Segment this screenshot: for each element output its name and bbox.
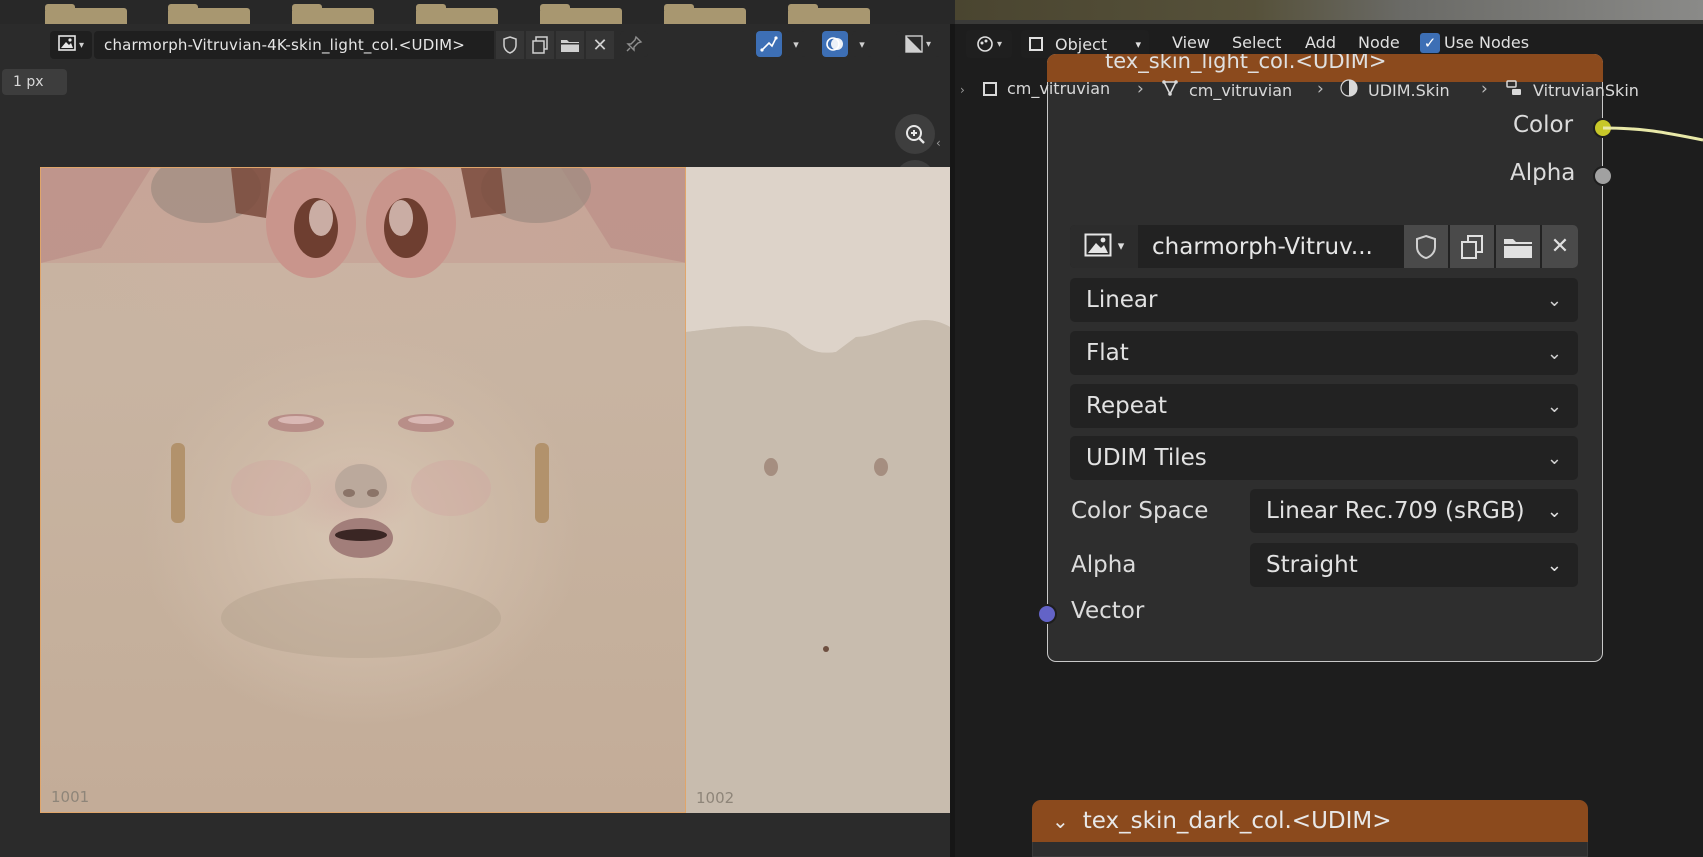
alpha-mode-label: Alpha bbox=[1071, 552, 1137, 578]
chevron-down-icon: ⌄ bbox=[1546, 342, 1562, 364]
node-title-label: tex_skin_dark_col.<UDIM> bbox=[1082, 808, 1392, 834]
toolbar-toggle-icon[interactable]: › bbox=[960, 83, 965, 97]
node-title[interactable]: ⌄ tex_skin_dark_col.<UDIM> bbox=[1032, 800, 1588, 842]
chevron-down-icon: ▾ bbox=[78, 39, 85, 51]
chevron-down-icon[interactable]: ▾ bbox=[786, 31, 806, 57]
close-icon[interactable]: ✕ bbox=[1542, 225, 1578, 268]
image-icon bbox=[58, 35, 76, 55]
use-nodes-checkbox[interactable]: ✓ bbox=[1420, 33, 1440, 53]
udim-tile-1002[interactable]: 1002 bbox=[686, 167, 950, 813]
menu-node[interactable]: Node bbox=[1358, 33, 1400, 52]
image-icon bbox=[1084, 233, 1112, 261]
input-vector-label: Vector bbox=[1071, 598, 1145, 624]
node-title[interactable]: tex_skin_light_col.<UDIM> bbox=[1047, 54, 1603, 82]
input-vector-socket[interactable] bbox=[1037, 604, 1057, 624]
3d-viewport-strip[interactable] bbox=[955, 0, 1703, 24]
output-alpha-socket[interactable] bbox=[1593, 166, 1613, 186]
display-channels-icon[interactable]: ▾ bbox=[896, 31, 940, 57]
folder-icon[interactable] bbox=[664, 4, 746, 24]
collapse-chevron-icon[interactable]: ⌄ bbox=[1052, 809, 1069, 833]
chevron-right-icon: › bbox=[1317, 79, 1324, 99]
fake-user-shield-icon[interactable] bbox=[1404, 225, 1448, 268]
zoom-in-icon[interactable] bbox=[895, 114, 935, 154]
udim-tile-1001[interactable]: 1001 bbox=[40, 167, 686, 813]
source-dropdown[interactable]: UDIM Tiles ⌄ bbox=[1070, 436, 1578, 480]
object-icon bbox=[1029, 37, 1043, 51]
use-nodes-label: Use Nodes bbox=[1444, 33, 1530, 52]
open-folder-icon[interactable] bbox=[1496, 225, 1540, 268]
body-texture-image bbox=[686, 167, 950, 813]
folder-icon[interactable] bbox=[292, 4, 374, 24]
image-browse-button[interactable]: ▾ bbox=[50, 31, 92, 59]
tile-label: 1002 bbox=[696, 789, 735, 807]
menu-view[interactable]: View bbox=[1172, 33, 1210, 52]
image-editor-header: ▾ charmorph-Vitruvian-4K-skin_light_col.… bbox=[0, 24, 950, 64]
shader-type-label: Object bbox=[1055, 34, 1108, 54]
folder-icon[interactable] bbox=[416, 4, 498, 24]
chevron-right-icon: › bbox=[1137, 79, 1144, 99]
material-icon bbox=[1340, 79, 1358, 101]
face-texture-image bbox=[41, 168, 685, 658]
sidebar-toggle-icon[interactable]: ‹ bbox=[936, 136, 941, 150]
image-editor: ▾ charmorph-Vitruvian-4K-skin_light_col.… bbox=[0, 24, 950, 857]
color-space-dropdown[interactable]: Linear Rec.709 (sRGB) ⌄ bbox=[1250, 489, 1578, 533]
chevron-down-icon: ⌄ bbox=[1546, 554, 1562, 576]
overlays-icon[interactable] bbox=[822, 31, 848, 57]
chevron-down-icon: ⌄ bbox=[1546, 395, 1562, 417]
image-selector[interactable]: ▾ charmorph-Vitruv... ✕ bbox=[1070, 225, 1578, 268]
output-alpha-label: Alpha bbox=[1510, 160, 1576, 186]
fake-user-shield-icon[interactable] bbox=[496, 31, 524, 59]
chevron-down-icon: ▾ bbox=[1135, 37, 1141, 51]
breadcrumb-node-group: VitruvianSkin bbox=[1505, 79, 1639, 101]
extension-dropdown[interactable]: Repeat ⌄ bbox=[1070, 384, 1578, 428]
chevron-down-icon[interactable]: ▾ bbox=[852, 31, 872, 57]
breadcrumb: › cm_vitruvian › cm_vitruvian › UDIM.Ski… bbox=[955, 79, 1703, 105]
breadcrumb-material: UDIM.Skin bbox=[1340, 79, 1450, 101]
duplicate-icon[interactable] bbox=[1450, 225, 1494, 268]
object-icon bbox=[983, 81, 997, 96]
node-tree-icon bbox=[1505, 79, 1523, 101]
folder-icon[interactable] bbox=[168, 4, 250, 24]
menu-select[interactable]: Select bbox=[1232, 33, 1281, 52]
open-folder-icon[interactable] bbox=[556, 31, 584, 59]
chevron-down-icon: ⌄ bbox=[1546, 447, 1562, 469]
node-link-wire[interactable] bbox=[1603, 114, 1703, 144]
editor-type-button[interactable]: ▾ bbox=[966, 30, 1012, 58]
breadcrumb-mesh: cm_vitruvian bbox=[1161, 79, 1292, 101]
interpolation-dropdown[interactable]: Linear ⌄ bbox=[1070, 278, 1578, 322]
image-name-field[interactable]: charmorph-Vitruvian-4K-skin_light_col.<U… bbox=[94, 31, 494, 59]
uv-sync-icon[interactable] bbox=[756, 31, 782, 57]
projection-dropdown[interactable]: Flat ⌄ bbox=[1070, 331, 1578, 375]
breadcrumb-object: cm_vitruvian bbox=[983, 79, 1110, 98]
pin-icon[interactable] bbox=[620, 31, 648, 57]
chevron-down-icon: ⌄ bbox=[1546, 500, 1562, 522]
close-icon[interactable]: ✕ bbox=[586, 31, 614, 59]
zoom-badge: 1 px bbox=[2, 69, 67, 95]
folder-icon[interactable] bbox=[45, 4, 127, 24]
folder-icon[interactable] bbox=[540, 4, 622, 24]
output-color-label: Color bbox=[1513, 112, 1574, 138]
chevron-down-icon: ⌄ bbox=[1546, 289, 1562, 311]
color-space-label: Color Space bbox=[1071, 498, 1209, 524]
alpha-mode-dropdown[interactable]: Straight ⌄ bbox=[1250, 543, 1578, 587]
node-image-name[interactable]: charmorph-Vitruv... bbox=[1140, 225, 1402, 268]
duplicate-icon[interactable] bbox=[526, 31, 554, 59]
mesh-icon bbox=[1161, 79, 1179, 101]
menu-add[interactable]: Add bbox=[1305, 33, 1336, 52]
image-browse-button[interactable]: ▾ bbox=[1070, 225, 1138, 268]
folder-icon[interactable] bbox=[788, 4, 870, 24]
shader-node-editor[interactable]: ▾ Object ▾ View Select Add Node ✓ Use No… bbox=[955, 24, 1703, 857]
chevron-down-icon: ▾ bbox=[1117, 239, 1125, 254]
file-browser-strip bbox=[0, 0, 955, 24]
tile-label: 1001 bbox=[51, 788, 90, 806]
chevron-right-icon: › bbox=[1481, 79, 1488, 99]
